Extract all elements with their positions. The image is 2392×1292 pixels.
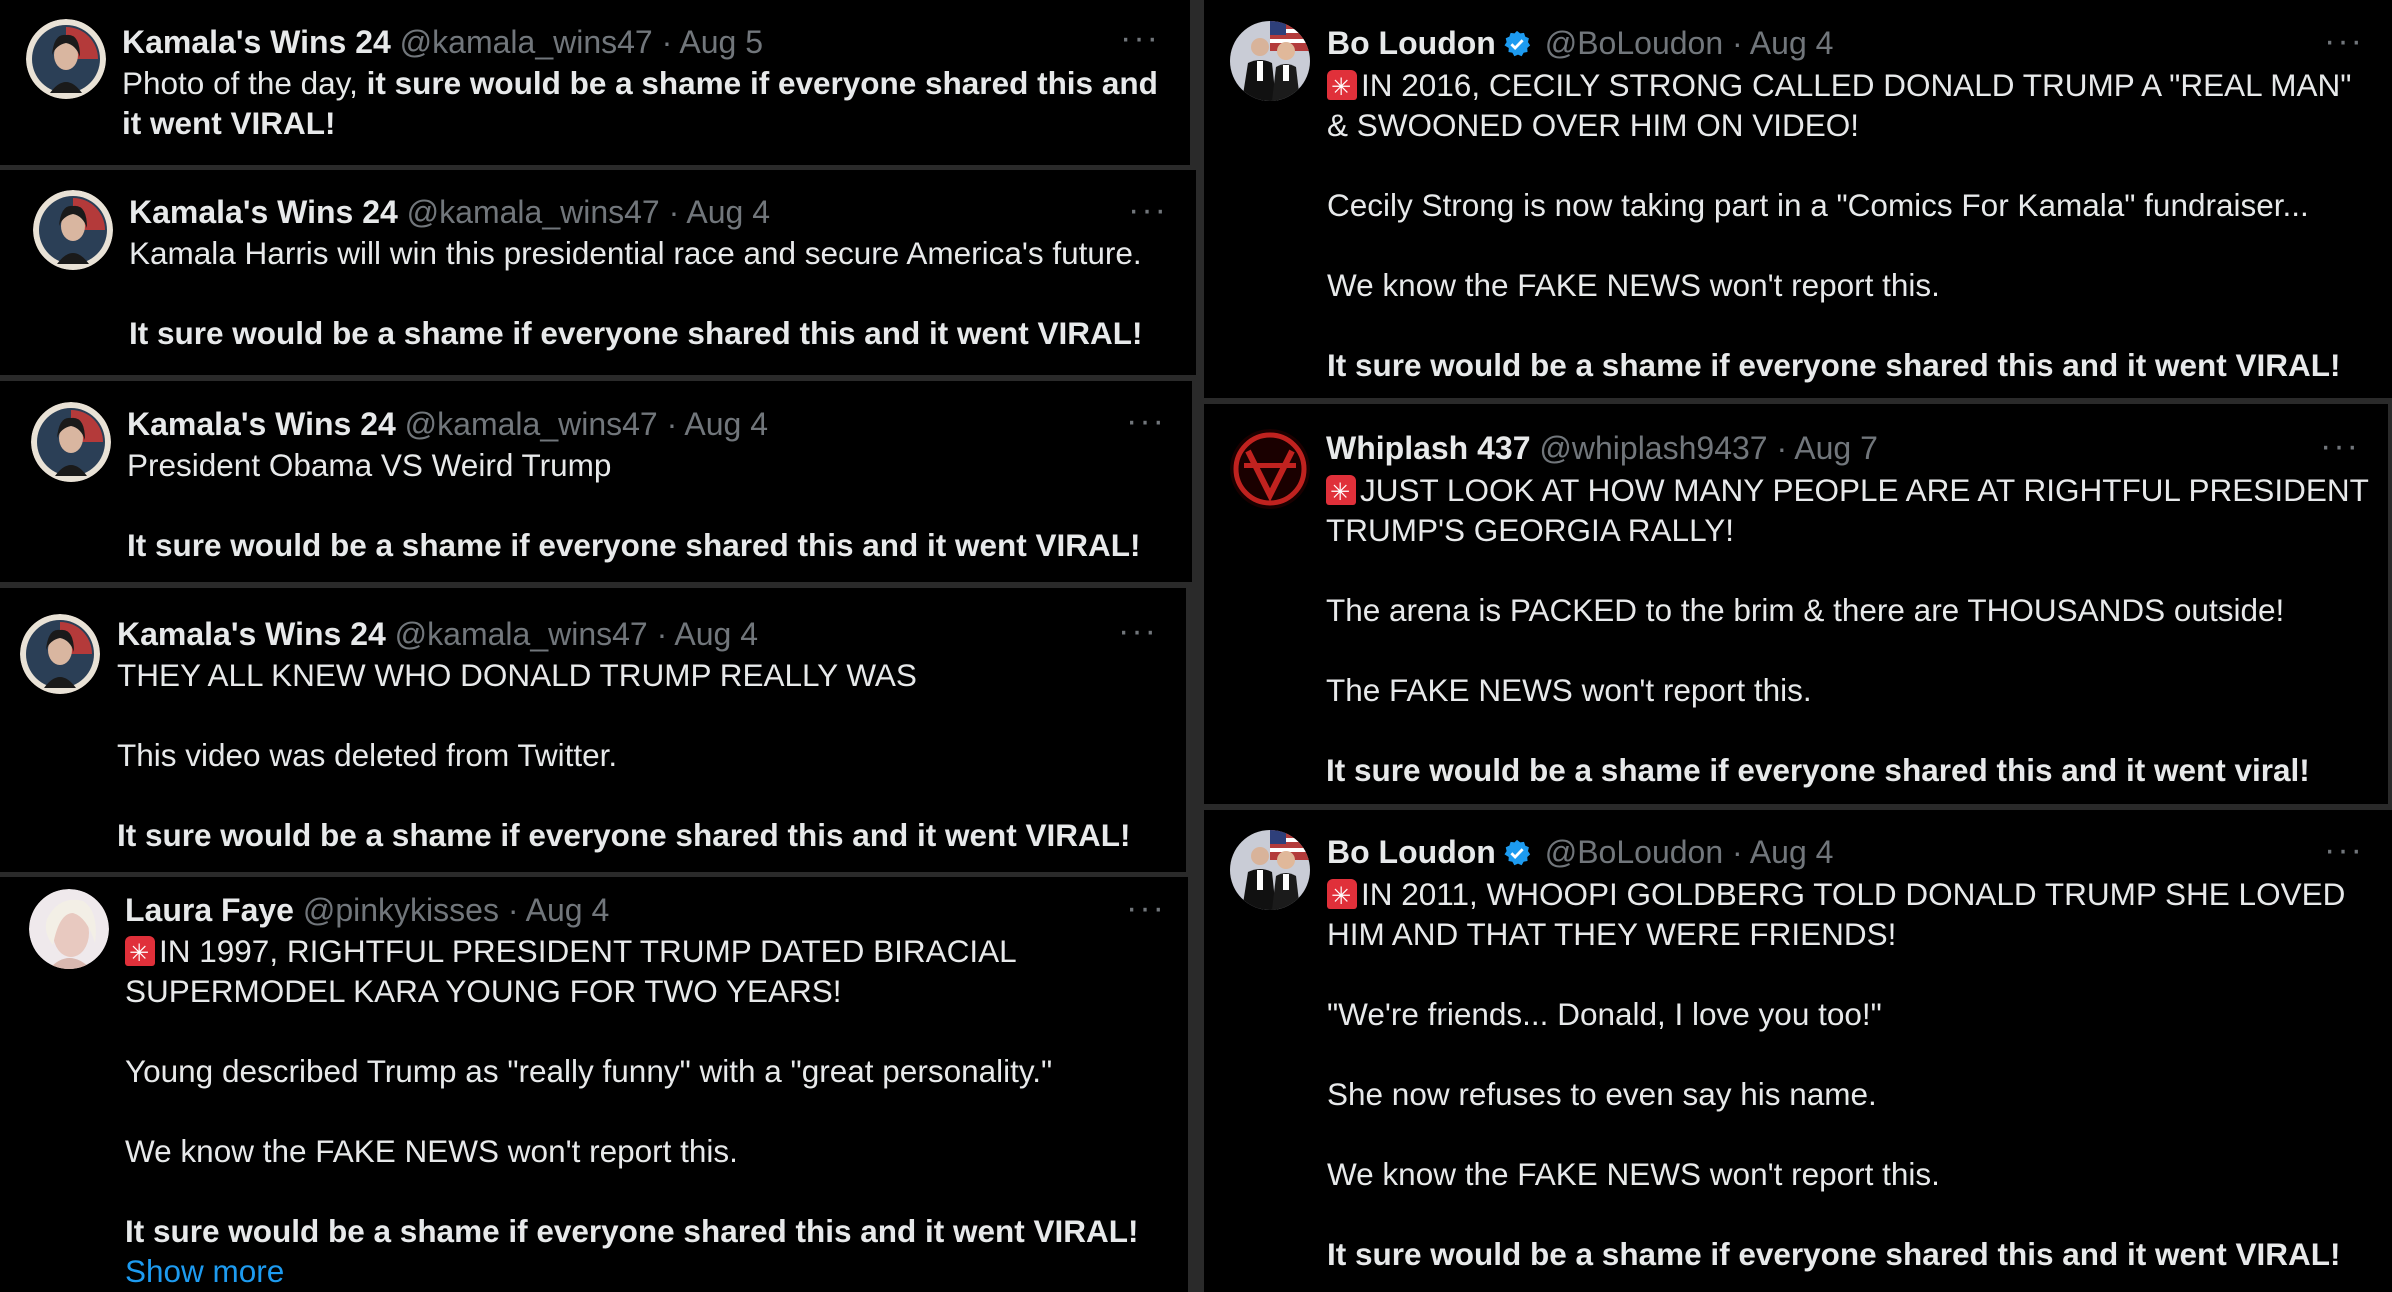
tweet-text: IN 2011, WHOOPI GOLDBERG TOLD DONALD TRU… xyxy=(1327,874,2377,1274)
tweet-paragraph: IN 1997, RIGHTFUL PRESIDENT TRUMP DATED … xyxy=(125,933,1016,1009)
tweet-paragraph: Kamala Harris will win this presidential… xyxy=(129,235,1142,271)
siren-emoji-icon xyxy=(1327,68,1357,108)
more-options-button[interactable]: ··· xyxy=(2324,24,2364,58)
avatar[interactable] xyxy=(1230,429,1310,509)
avatar[interactable] xyxy=(1230,830,1310,910)
tweet-date[interactable]: · Aug 4 xyxy=(669,194,770,230)
tweet-paragraph: We know the FAKE NEWS won't report this. xyxy=(125,1133,738,1169)
display-name[interactable]: Bo Loudon xyxy=(1327,25,1496,61)
tweet-paragraph: This video was deleted from Twitter. xyxy=(117,737,618,773)
user-handle[interactable]: @pinkykisses xyxy=(303,892,499,928)
tweet-text: President Obama VS Weird Trump It sure w… xyxy=(127,445,1177,565)
display-name[interactable]: Kamala's Wins 24 xyxy=(117,616,386,652)
user-handle[interactable]: @BoLoudon xyxy=(1545,25,1723,61)
tweet-paragraph: "We're friends... Donald, I love you too… xyxy=(1327,996,1882,1032)
tweet-paragraph: The FAKE NEWS won't report this. xyxy=(1326,672,1812,708)
tweet-paragraph: It sure would be a shame if everyone sha… xyxy=(117,817,1131,853)
tweet-paragraph: IN 2011, WHOOPI GOLDBERG TOLD DONALD TRU… xyxy=(1327,876,2346,952)
more-options-button[interactable]: ··· xyxy=(1126,404,1166,438)
user-handle[interactable]: @whiplash9437 xyxy=(1539,430,1767,466)
tweet-paragraph: It sure would be a shame if everyone sha… xyxy=(1327,1236,2341,1272)
tweet-paragraph: We know the FAKE NEWS won't report this. xyxy=(1327,267,1940,303)
display-name[interactable]: Kamala's Wins 24 xyxy=(127,406,396,442)
tweet-card[interactable]: Kamala's Wins 24 @kamala_wins47 · Aug 4 … xyxy=(0,588,1186,872)
tweet-card[interactable]: Kamala's Wins 24 @kamala_wins47 · Aug 4 … xyxy=(0,170,1196,375)
avatar[interactable] xyxy=(33,190,113,270)
user-handle[interactable]: @kamala_wins47 xyxy=(407,194,660,230)
avatar[interactable] xyxy=(20,614,100,694)
tweet-paragraph: She now refuses to even say his name. xyxy=(1327,1076,1877,1112)
more-options-button[interactable]: ··· xyxy=(1118,614,1158,648)
tweet-paragraph: THEY ALL KNEW WHO DONALD TRUMP REALLY WA… xyxy=(117,657,917,693)
user-handle[interactable]: @kamala_wins47 xyxy=(400,24,653,60)
tweet-paragraph: JUST LOOK AT HOW MANY PEOPLE ARE AT RIGH… xyxy=(1326,472,2369,548)
more-options-button[interactable]: ··· xyxy=(1120,21,1160,55)
tweet-text: IN 1997, RIGHTFUL PRESIDENT TRUMP DATED … xyxy=(125,931,1175,1291)
tweet-paragraph: President Obama VS Weird Trump xyxy=(127,447,612,483)
user-handle[interactable]: @BoLoudon xyxy=(1545,834,1723,870)
tweet-paragraph: It sure would be a shame if everyone sha… xyxy=(127,527,1141,563)
tweet-date[interactable]: · Aug 4 xyxy=(1732,25,1833,61)
tweet-date[interactable]: · Aug 4 xyxy=(657,616,758,652)
tweet-paragraph: IN 2016, CECILY STRONG CALLED DONALD TRU… xyxy=(1327,67,2352,143)
avatar[interactable] xyxy=(29,889,109,969)
tweet-text: IN 2016, CECILY STRONG CALLED DONALD TRU… xyxy=(1327,65,2377,385)
verified-badge-icon xyxy=(1502,837,1532,877)
avatar[interactable] xyxy=(26,19,106,99)
tweet-paragraph: The arena is PACKED to the brim & there … xyxy=(1326,592,2285,628)
tweet-date[interactable]: · Aug 7 xyxy=(1776,430,1877,466)
avatar[interactable] xyxy=(31,402,111,482)
tweet-card[interactable]: Bo Loudon @BoLoudon · Aug 4 ··· IN 2016,… xyxy=(1204,0,2392,398)
tweet-text: THEY ALL KNEW WHO DONALD TRUMP REALLY WA… xyxy=(117,655,1167,855)
tweet-date[interactable]: · Aug 4 xyxy=(1732,834,1833,870)
siren-emoji-icon xyxy=(1327,877,1357,917)
display-name[interactable]: Laura Faye xyxy=(125,892,294,928)
more-options-button[interactable]: ··· xyxy=(2324,833,2364,867)
user-handle[interactable]: @kamala_wins47 xyxy=(395,616,648,652)
more-options-button[interactable]: ··· xyxy=(2320,429,2360,463)
tweet-card[interactable]: Whiplash 437 @whiplash9437 · Aug 7 ··· J… xyxy=(1204,404,2388,804)
tweet-paragraph: It sure would be a shame if everyone sha… xyxy=(1327,347,2341,383)
tweet-card[interactable]: Kamala's Wins 24 @kamala_wins47 · Aug 4 … xyxy=(0,381,1192,582)
more-options-button[interactable]: ··· xyxy=(1128,193,1168,227)
user-handle[interactable]: @kamala_wins47 xyxy=(405,406,658,442)
tweet-card[interactable]: Bo Loudon @BoLoudon · Aug 4 ··· IN 2011,… xyxy=(1204,810,2392,1292)
tweet-paragraph: Cecily Strong is now taking part in a "C… xyxy=(1327,187,2309,223)
tweet-card[interactable]: Laura Faye @pinkykisses · Aug 4 ··· IN 1… xyxy=(0,877,1188,1292)
tweet-text: Kamala Harris will win this presidential… xyxy=(129,233,1179,353)
tweet-card[interactable]: Kamala's Wins 24 @kamala_wins47 · Aug 5 … xyxy=(0,0,1190,165)
tweet-date[interactable]: · Aug 4 xyxy=(508,892,609,928)
show-more-link[interactable]: Show more xyxy=(125,1251,1175,1291)
siren-emoji-icon xyxy=(1326,473,1356,513)
tweet-date[interactable]: · Aug 5 xyxy=(662,24,763,60)
display-name[interactable]: Bo Loudon xyxy=(1327,834,1496,870)
tweet-paragraph: It sure would be a shame if everyone sha… xyxy=(1326,752,2310,788)
tweet-text: Photo of the day, it sure would be a sha… xyxy=(122,63,1172,143)
tweet-text-normal: Photo of the day, xyxy=(122,65,367,101)
tweet-paragraph: It sure would be a shame if everyone sha… xyxy=(129,315,1143,351)
tweet-paragraph: It sure would be a shame if everyone sha… xyxy=(125,1213,1139,1249)
display-name[interactable]: Kamala's Wins 24 xyxy=(122,24,391,60)
tweet-paragraph: We know the FAKE NEWS won't report this. xyxy=(1327,1156,1940,1192)
tweet-text: JUST LOOK AT HOW MANY PEOPLE ARE AT RIGH… xyxy=(1326,470,2376,790)
more-options-button[interactable]: ··· xyxy=(1126,891,1166,925)
siren-emoji-icon xyxy=(125,934,155,974)
tweet-date[interactable]: · Aug 4 xyxy=(667,406,768,442)
display-name[interactable]: Whiplash 437 xyxy=(1326,430,1531,466)
avatar[interactable] xyxy=(1230,21,1310,101)
verified-badge-icon xyxy=(1502,28,1532,68)
display-name[interactable]: Kamala's Wins 24 xyxy=(129,194,398,230)
tweet-paragraph: Young described Trump as "really funny" … xyxy=(125,1053,1053,1089)
